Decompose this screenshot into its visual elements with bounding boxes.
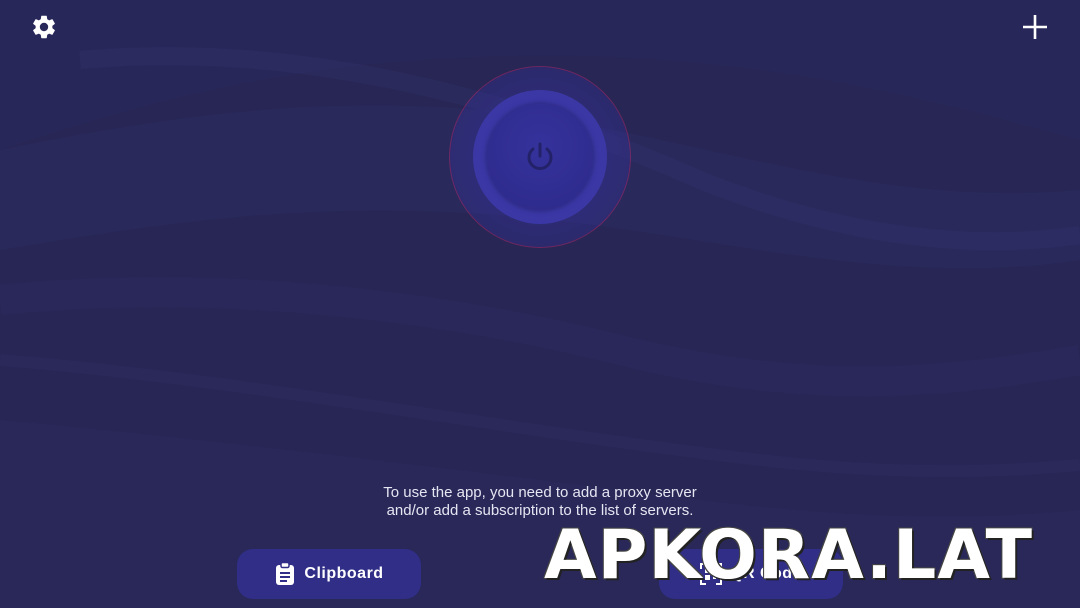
clipboard-button-label: Clipboard [304,565,384,582]
connect-button[interactable] [487,104,593,210]
clipboard-button[interactable]: Clipboard [237,549,421,599]
add-server-button[interactable] [1015,7,1055,47]
power-icon [527,142,553,170]
watermark-overlay: APKORA.LAT [544,516,1034,595]
settings-button[interactable] [24,7,64,47]
clipboard-icon [276,562,295,585]
connect-control [450,67,630,247]
plus-icon [1023,15,1047,39]
gear-icon [33,15,55,39]
empty-state-message: To use the app, you need to add a proxy … [383,484,697,519]
